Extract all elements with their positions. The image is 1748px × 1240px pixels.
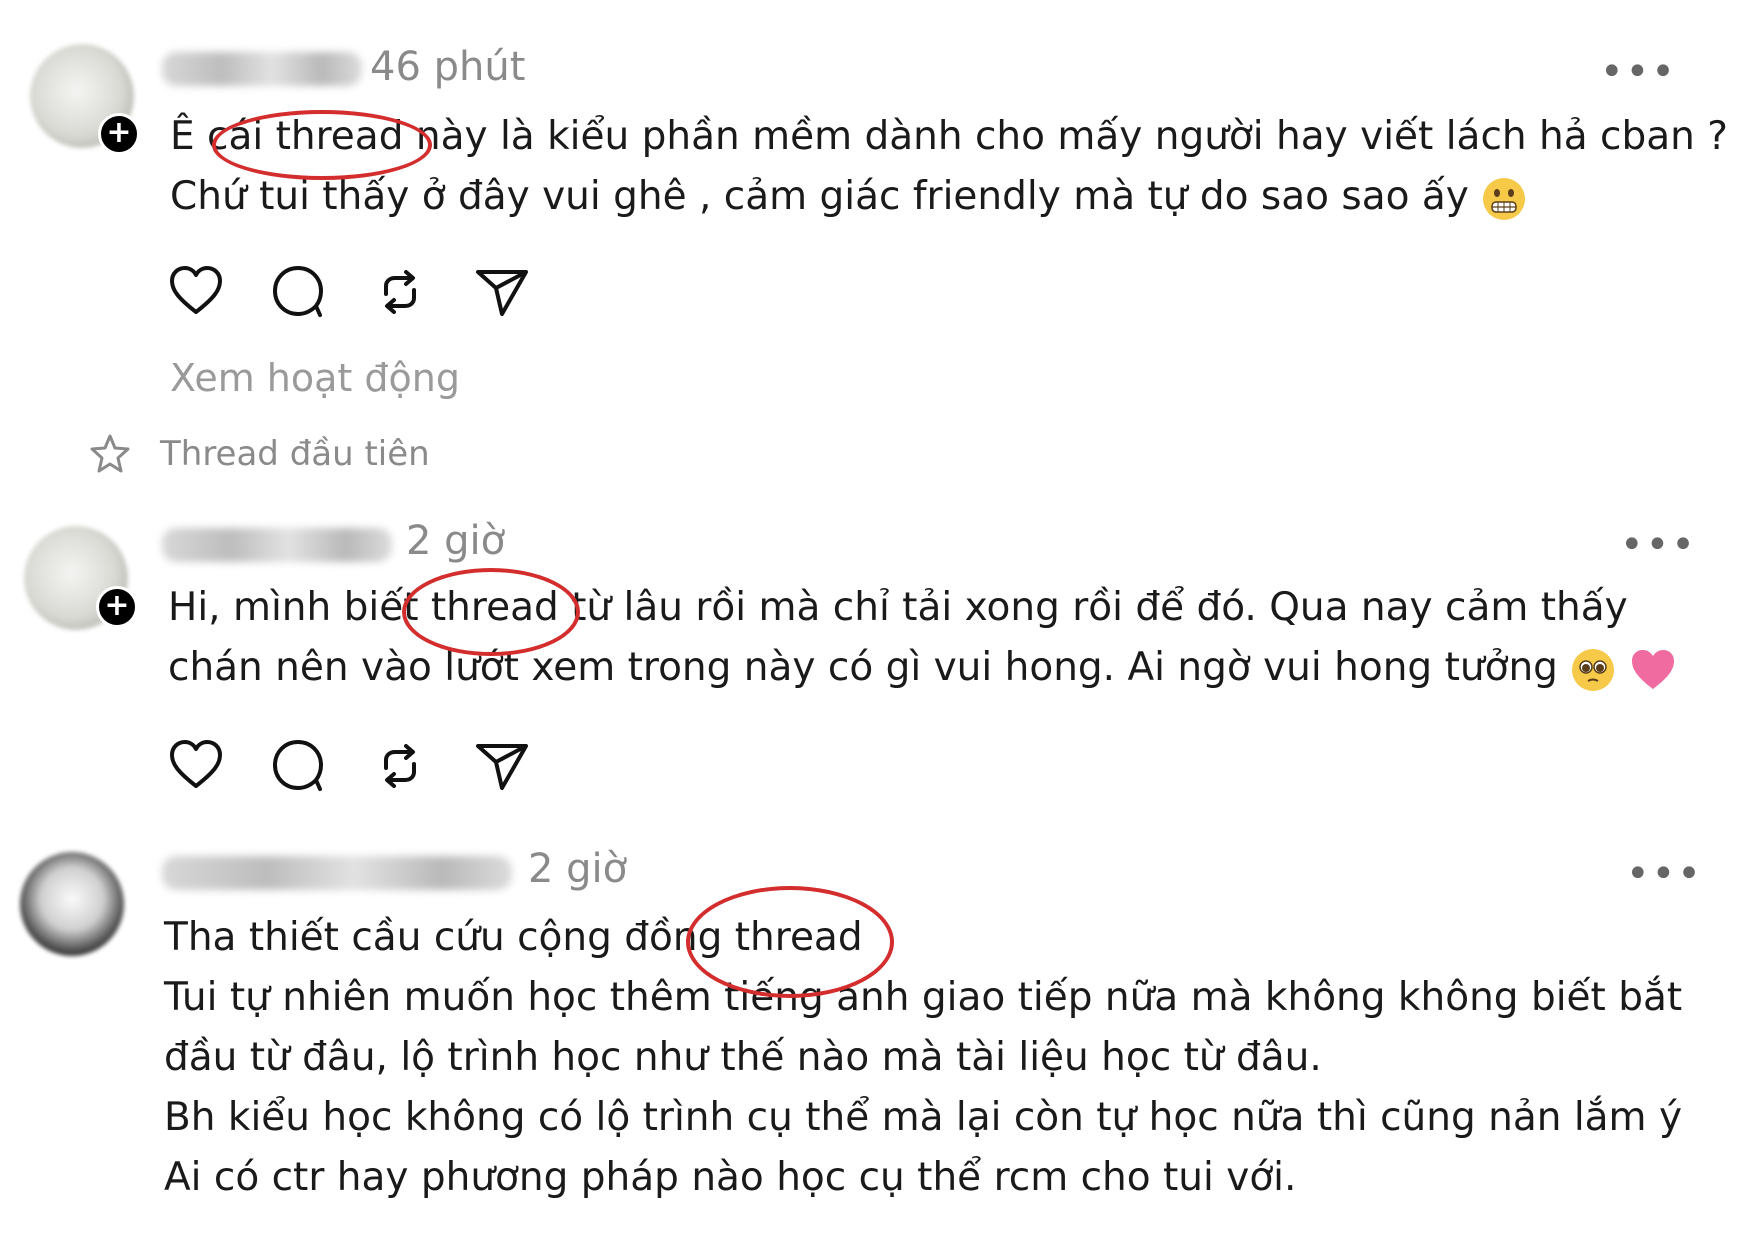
post-time: 2 giờ <box>406 518 506 564</box>
share-icon[interactable] <box>474 264 530 320</box>
more-options-button[interactable]: ••• <box>1626 854 1703 894</box>
repost-icon[interactable] <box>372 738 428 794</box>
more-options-button[interactable]: ••• <box>1600 52 1677 92</box>
post-text-line: Chứ tui thấy ở đây vui ghê , cảm giác fr… <box>170 167 1527 227</box>
username-blurred[interactable] <box>162 52 362 86</box>
post-text-content: chán nên vào lướt xem trong này có gì vu… <box>168 645 1558 690</box>
badge-label: Thread đầu tiên <box>160 434 430 474</box>
post-text-line: đầu từ đâu, lộ trình học như thế nào mà … <box>164 1035 1322 1080</box>
pink-heart-emoji <box>1631 649 1674 689</box>
username-blurred[interactable] <box>162 856 512 890</box>
heart-icon[interactable] <box>168 264 224 320</box>
post-time: 2 giờ <box>528 846 628 892</box>
post-actions <box>168 738 530 794</box>
post-text-line: Tui tự nhiên muốn học thêm tiếng anh gia… <box>164 975 1683 1020</box>
avatar[interactable] <box>20 852 124 956</box>
heart-icon[interactable] <box>168 738 224 794</box>
username-blurred[interactable] <box>162 528 392 562</box>
more-options-button[interactable]: ••• <box>1620 525 1697 565</box>
repost-icon[interactable] <box>372 264 428 320</box>
post-time: 46 phút <box>370 44 526 90</box>
follow-plus-icon[interactable]: + <box>96 586 138 628</box>
post-text-line: Ê cái thread này là kiểu phần mềm dành c… <box>170 114 1728 159</box>
post-text-line: chán nên vào lướt xem trong này có gì vu… <box>168 638 1677 698</box>
post-text-line: Bh kiểu học không có lộ trình cụ thể mà … <box>164 1095 1683 1140</box>
first-thread-badge: Thread đầu tiên <box>88 432 430 476</box>
post-text-line: Hi, mình biết thread từ lâu rồi mà chỉ t… <box>168 585 1628 630</box>
post-text-line: Tha thiết cầu cứu cộng đồng thread <box>164 915 863 960</box>
post-text-content: Chứ tui thấy ở đây vui ghê , cảm giác fr… <box>170 174 1469 219</box>
grimace-emoji <box>1483 177 1526 220</box>
comment-icon[interactable] <box>270 738 326 794</box>
post-actions <box>168 264 530 320</box>
post-text-line: Ai có ctr hay phương pháp nào học cụ thể… <box>164 1155 1297 1200</box>
comment-icon[interactable] <box>270 264 326 320</box>
share-icon[interactable] <box>474 738 530 794</box>
pleading-emoji <box>1572 648 1615 691</box>
view-activity-link[interactable]: Xem hoạt động <box>170 356 460 400</box>
follow-plus-icon[interactable]: + <box>98 113 140 155</box>
star-icon <box>90 434 130 473</box>
